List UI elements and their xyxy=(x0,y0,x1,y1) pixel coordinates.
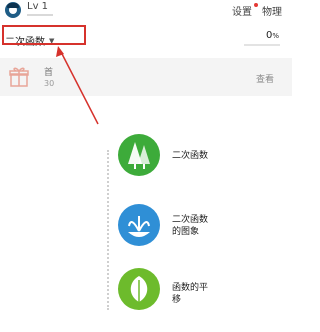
gift-banner[interactable]: 首 30 查看 xyxy=(0,58,292,96)
course-progress-bar xyxy=(244,44,280,46)
highlight-annotation xyxy=(2,25,86,45)
settings-link[interactable]: 设置 xyxy=(232,3,252,18)
view-button[interactable]: 查看 xyxy=(256,72,274,85)
app-screen: Lv 1 设置 物理 二次函数 ▼ 0% 首 30 查看 二次函数 二次函数 的… xyxy=(0,0,312,332)
lesson-node-quadratic-graph[interactable] xyxy=(118,204,160,246)
avatar-cap-icon xyxy=(7,3,19,8)
fountain-icon xyxy=(128,216,150,237)
course-progress-text: 0% xyxy=(266,30,279,41)
lesson-path-line xyxy=(107,150,109,310)
lesson-label-3-line2: 移 xyxy=(172,295,182,305)
gift-title: 首 xyxy=(44,68,54,78)
notification-dot xyxy=(254,3,258,7)
course-progress-unit: % xyxy=(272,32,280,40)
lesson-label-3: 函数的平 移 xyxy=(172,282,208,306)
lesson-label-2-line2: 的图象 xyxy=(172,227,200,237)
trees-icon xyxy=(128,142,150,169)
lesson-node-quadratic-function[interactable] xyxy=(118,134,160,176)
lesson-label-2: 二次函数 的图象 xyxy=(172,214,208,238)
leaf-icon xyxy=(130,276,148,306)
lesson-label-3-line1: 函数的平 xyxy=(172,283,209,293)
gift-subtitle: 30 xyxy=(44,79,55,88)
level-text: Lv 1 xyxy=(27,1,49,12)
lesson-label-1: 二次函数 xyxy=(172,151,209,161)
top-bar: Lv 1 设置 物理 xyxy=(0,0,312,22)
lesson-node-function-translation[interactable] xyxy=(118,268,160,310)
subject-switch[interactable]: 物理 xyxy=(262,3,282,18)
gift-icon xyxy=(9,67,29,87)
level-progress-bar xyxy=(27,14,53,16)
avatar[interactable] xyxy=(5,2,21,18)
lesson-label-2-line1: 二次函数 xyxy=(172,215,209,225)
